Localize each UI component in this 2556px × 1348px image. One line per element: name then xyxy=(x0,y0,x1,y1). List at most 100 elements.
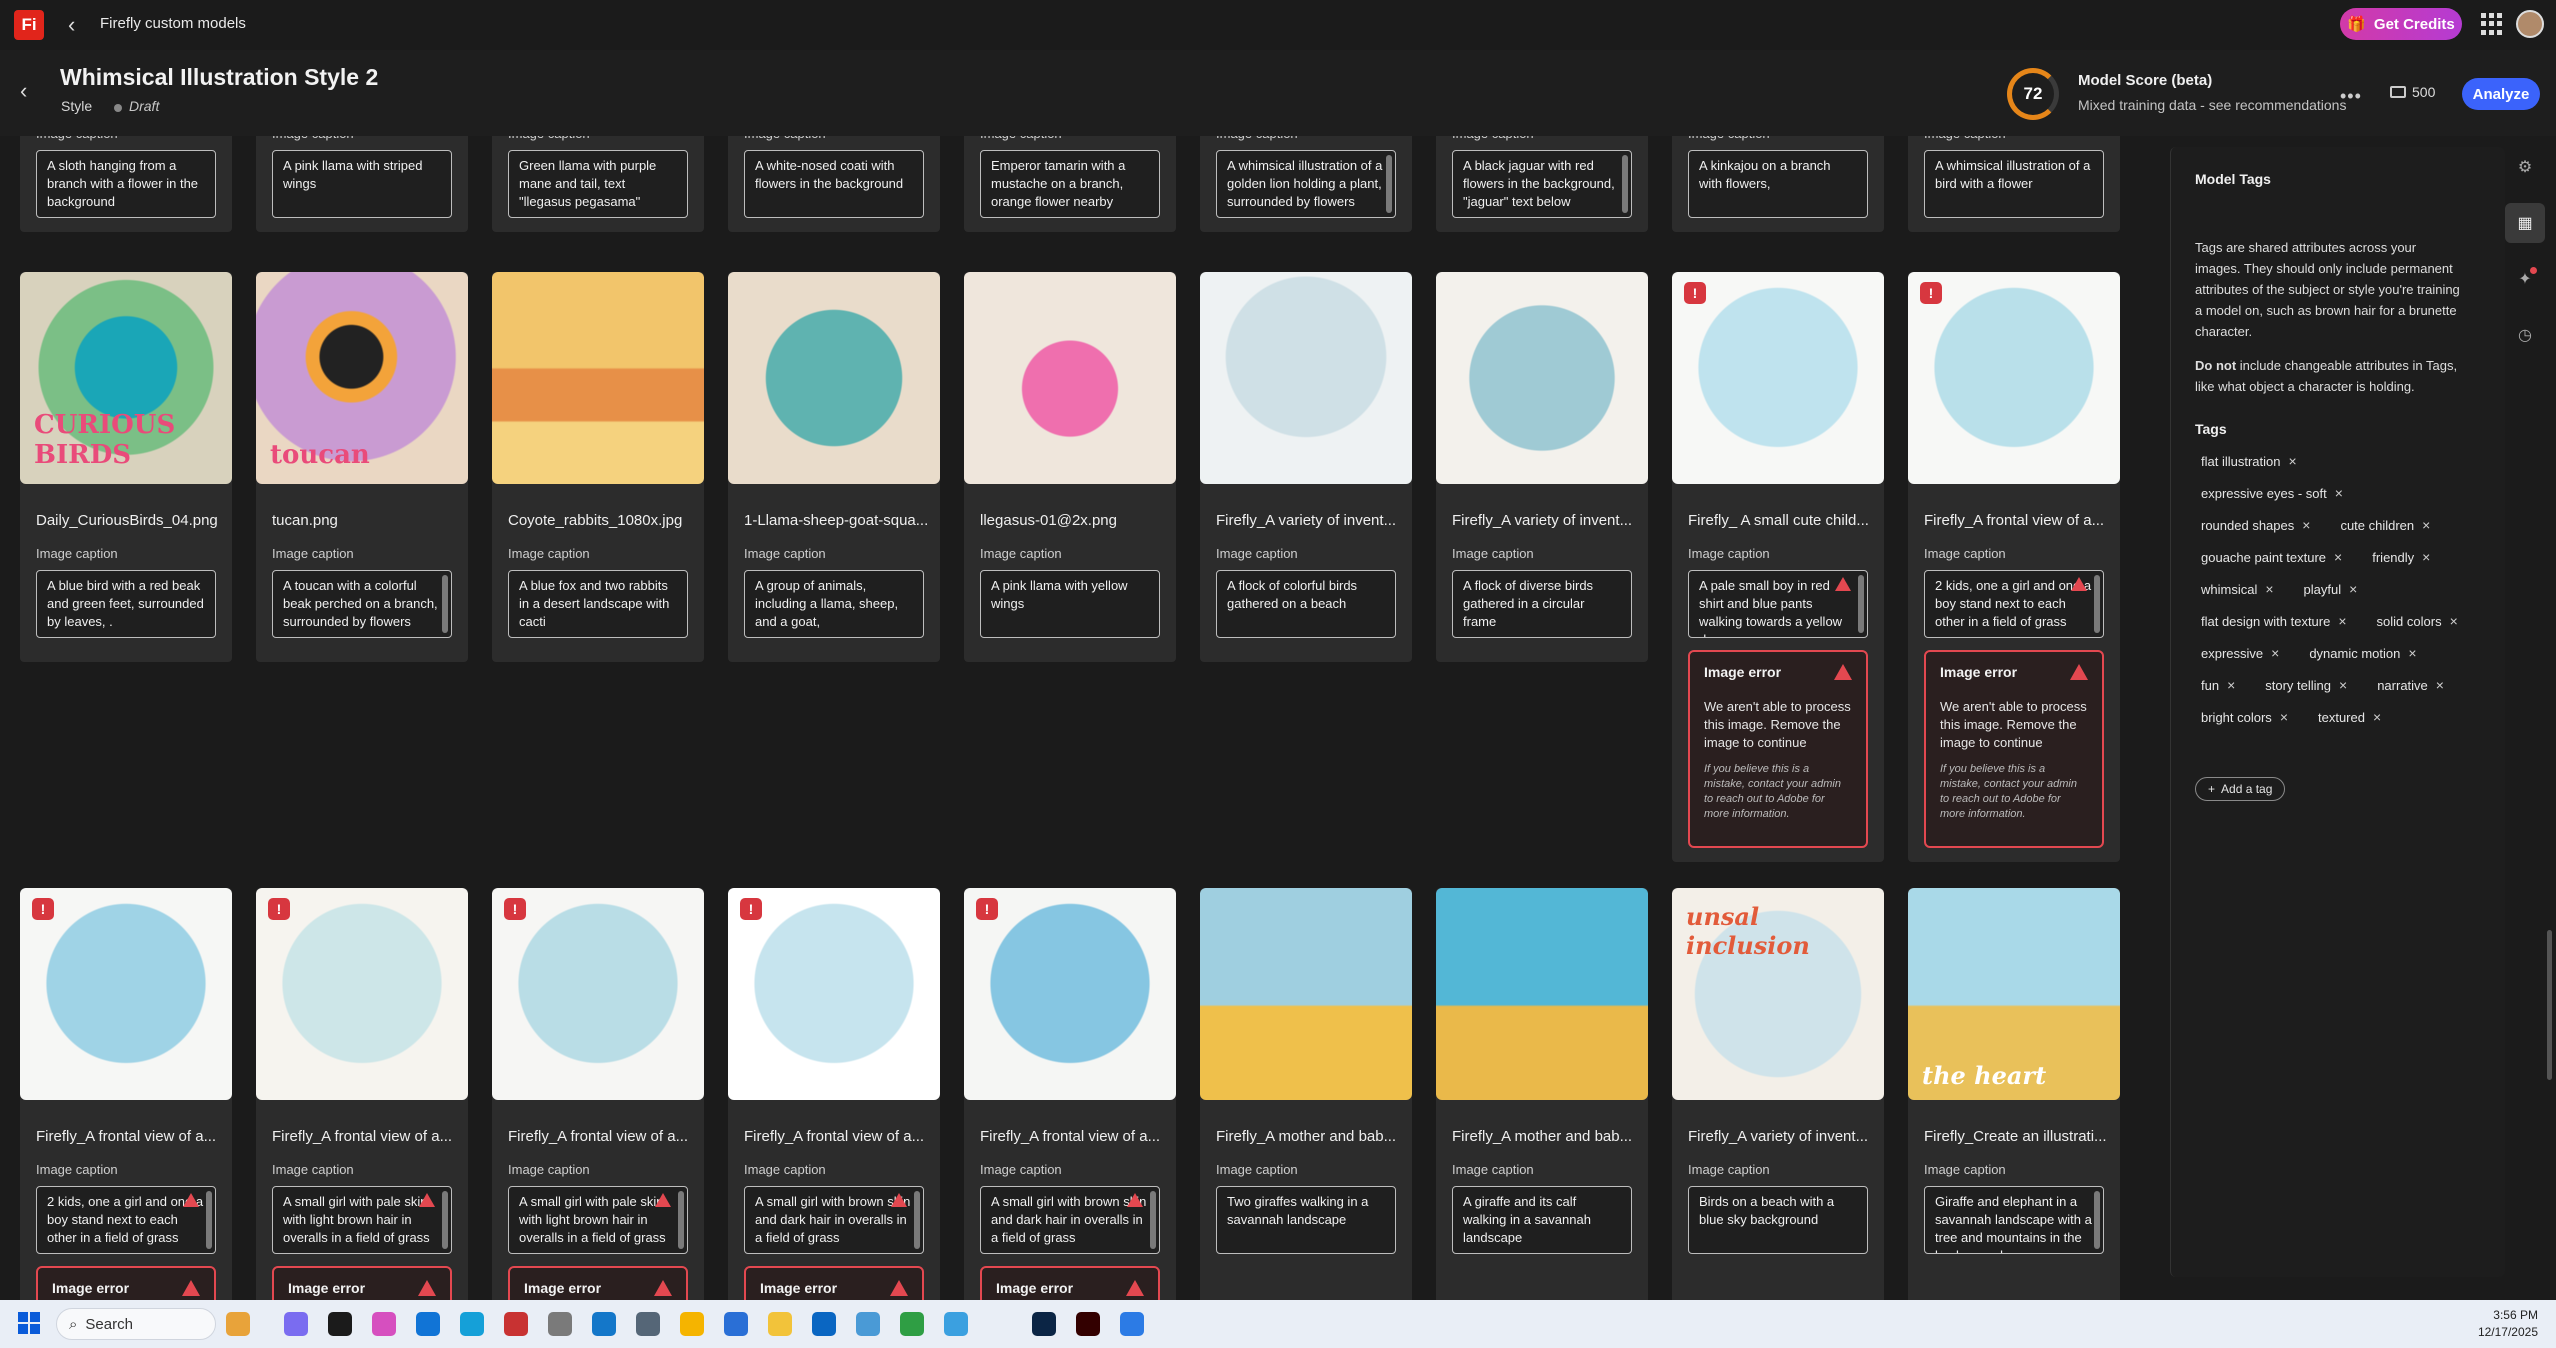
apps-grid-icon[interactable] xyxy=(2481,13,2503,35)
image-card[interactable]: ! Firefly_A frontal view of a... Image cap… xyxy=(1908,272,2120,862)
image-thumbnail[interactable]: the heart xyxy=(1908,888,2120,1100)
caption-field[interactable]: A black jaguar with red flowers in the b… xyxy=(1452,150,1632,218)
remove-tag-icon[interactable]: × xyxy=(2271,645,2279,661)
tag-chip[interactable]: dynamic motion × xyxy=(2297,637,2428,669)
image-thumbnail[interactable] xyxy=(1436,272,1648,484)
tag-chip[interactable]: bright colors × xyxy=(2189,701,2300,733)
model-score-ring[interactable]: 72 xyxy=(2007,68,2059,120)
system-clock[interactable]: 3:56 PM 12/17/2025 xyxy=(2478,1307,2538,1341)
remove-tag-icon[interactable]: × xyxy=(2422,517,2430,533)
photos-icon[interactable] xyxy=(592,1312,616,1336)
caption-field[interactable]: 2 kids, one a girl and one a boy stand n… xyxy=(36,1186,216,1254)
history-icon[interactable]: ◷ xyxy=(2505,315,2545,355)
file-explorer-icon[interactable] xyxy=(768,1312,792,1336)
image-card[interactable]: llegasus-01@2x.png Image caption A pink ll… xyxy=(964,272,1176,662)
remove-tag-icon[interactable]: × xyxy=(2422,549,2430,565)
tag-chip[interactable]: textured × xyxy=(2306,701,2393,733)
image-card[interactable]: Image caption A sloth hanging from a bran… xyxy=(20,136,232,232)
image-thumbnail[interactable]: ! xyxy=(492,888,704,1100)
globe-icon[interactable] xyxy=(856,1312,880,1336)
tag-chip[interactable]: expressive eyes - soft × xyxy=(2189,477,2355,509)
remove-tag-icon[interactable]: × xyxy=(2349,581,2357,597)
image-card[interactable]: ! Firefly_A frontal view of a... Image cap… xyxy=(728,888,940,1300)
firefly-logo[interactable]: Fi xyxy=(14,10,44,40)
tag-chip[interactable]: gouache paint texture × xyxy=(2189,541,2354,573)
chrome-icon[interactable] xyxy=(900,1312,924,1336)
image-card[interactable]: ! Firefly_A frontal view of a... Image cap… xyxy=(492,888,704,1300)
image-card[interactable]: Image caption Green llama with purple man… xyxy=(492,136,704,232)
widgets-icon[interactable] xyxy=(226,1312,250,1336)
remove-tag-icon[interactable]: × xyxy=(2339,677,2347,693)
image-card[interactable]: Image caption A whimsical illustration of… xyxy=(1908,136,2120,232)
caption-field[interactable]: A sloth hanging from a branch with a flo… xyxy=(36,150,216,218)
image-thumbnail[interactable] xyxy=(964,272,1176,484)
image-card[interactable]: Firefly_A variety of invent... Image capt… xyxy=(1436,272,1648,662)
analyze-button[interactable]: Analyze xyxy=(2462,78,2540,110)
tag-chip[interactable]: rounded shapes × xyxy=(2189,509,2322,541)
caption-field[interactable]: A whimsical illustration of a bird with … xyxy=(1924,150,2104,218)
image-card[interactable]: Firefly_A mother and bab... Image caption… xyxy=(1200,888,1412,1300)
image-card[interactable]: Image caption A white-nosed coati with fl… xyxy=(728,136,940,232)
image-card[interactable]: Image caption A kinkajou on a branch with… xyxy=(1672,136,1884,232)
tag-chip[interactable]: playful × xyxy=(2292,573,2370,605)
image-thumbnail[interactable]: ! xyxy=(1908,272,2120,484)
caption-field[interactable]: A toucan with a colorful beak perched on… xyxy=(272,570,452,638)
caption-field[interactable]: Giraffe and elephant in a savannah lands… xyxy=(1924,1186,2104,1254)
caption-field[interactable]: A flock of colorful birds gathered on a … xyxy=(1216,570,1396,638)
recommendations-icon[interactable]: ✦ xyxy=(2505,259,2545,299)
tag-chip[interactable]: solid colors × xyxy=(2365,605,2470,637)
image-card[interactable]: Image caption A pink llama with striped w… xyxy=(256,136,468,232)
image-card[interactable]: Image caption Emperor tamarin with a must… xyxy=(964,136,1176,232)
image-thumbnail[interactable] xyxy=(1436,888,1648,1100)
image-thumbnail[interactable]: ! xyxy=(964,888,1176,1100)
avatar[interactable] xyxy=(2516,10,2544,38)
app-w-icon[interactable] xyxy=(1120,1312,1144,1336)
image-card[interactable]: 1-Llama-sheep-goat-squa... Image caption A… xyxy=(728,272,940,662)
tag-chip[interactable]: expressive × xyxy=(2189,637,2291,669)
remove-tag-icon[interactable]: × xyxy=(2227,677,2235,693)
image-thumbnail[interactable] xyxy=(728,272,940,484)
model-score-subtitle[interactable]: Mixed training data - see recommendation… xyxy=(2078,97,2346,113)
image-thumbnail[interactable]: unsal inclusion xyxy=(1672,888,1884,1100)
caption-field[interactable]: A small girl with pale skin with light b… xyxy=(272,1186,452,1254)
caption-field[interactable]: Emperor tamarin with a mustache on a bra… xyxy=(980,150,1160,218)
remove-tag-icon[interactable]: × xyxy=(2288,453,2296,469)
image-card[interactable]: toucan tucan.png Image caption A toucan wit… xyxy=(256,272,468,662)
remove-tag-icon[interactable]: × xyxy=(2334,549,2342,565)
caption-field[interactable]: A kinkajou on a branch with flowers, xyxy=(1688,150,1868,218)
tag-chip[interactable]: cute children × xyxy=(2328,509,2442,541)
caption-field[interactable]: 2 kids, one a girl and one a boy stand n… xyxy=(1924,570,2104,638)
image-card[interactable]: the heart Firefly_Create an illustrati...… xyxy=(1908,888,2120,1300)
linkedin-icon[interactable] xyxy=(812,1312,836,1336)
calculator-icon[interactable] xyxy=(548,1312,572,1336)
copilot-icon[interactable] xyxy=(284,1312,308,1336)
back-arrow-icon[interactable]: ‹ xyxy=(68,12,75,38)
image-card[interactable]: Image caption A whimsical illustration of… xyxy=(1200,136,1412,232)
image-card[interactable]: ! Firefly_A frontal view of a... Image cap… xyxy=(20,888,232,1300)
sticky-icon[interactable] xyxy=(680,1312,704,1336)
photoshop-icon[interactable] xyxy=(1032,1312,1056,1336)
app-icon[interactable] xyxy=(504,1312,528,1336)
caption-field[interactable]: A group of animals, including a llama, s… xyxy=(744,570,924,638)
remove-tag-icon[interactable]: × xyxy=(2450,613,2458,629)
tag-chip[interactable]: flat design with texture × xyxy=(2189,605,2359,637)
remove-tag-icon[interactable]: × xyxy=(2373,709,2381,725)
windows-start-icon[interactable] xyxy=(18,1312,40,1334)
image-thumbnail[interactable] xyxy=(1200,888,1412,1100)
image-card[interactable]: unsal inclusion Firefly_A variety of inve… xyxy=(1672,888,1884,1300)
caption-field[interactable]: A pink llama with striped wings xyxy=(272,150,452,218)
image-card[interactable]: ! Firefly_ A small cute child... Image cap… xyxy=(1672,272,1884,862)
caption-field[interactable]: Two giraffes walking in a savannah lands… xyxy=(1216,1186,1396,1254)
tag-chip[interactable]: whimsical × xyxy=(2189,573,2286,605)
get-credits-button[interactable]: 🎁 Get Credits xyxy=(2340,8,2462,40)
remove-tag-icon[interactable]: × xyxy=(2436,677,2444,693)
remove-tag-icon[interactable]: × xyxy=(2265,581,2273,597)
caption-field[interactable]: A flock of diverse birds gathered in a c… xyxy=(1452,570,1632,638)
caption-field[interactable]: A whimsical illustration of a golden lio… xyxy=(1216,150,1396,218)
taskbar-search[interactable]: ⌕ Search xyxy=(56,1308,216,1340)
notepad-icon[interactable] xyxy=(724,1312,748,1336)
outlook-icon[interactable] xyxy=(416,1312,440,1336)
tag-chip[interactable]: friendly × xyxy=(2360,541,2442,573)
add-tag-button[interactable]: + Add a tag xyxy=(2195,777,2286,801)
caption-field[interactable]: A pale small boy in red shirt and blue p… xyxy=(1688,570,1868,638)
